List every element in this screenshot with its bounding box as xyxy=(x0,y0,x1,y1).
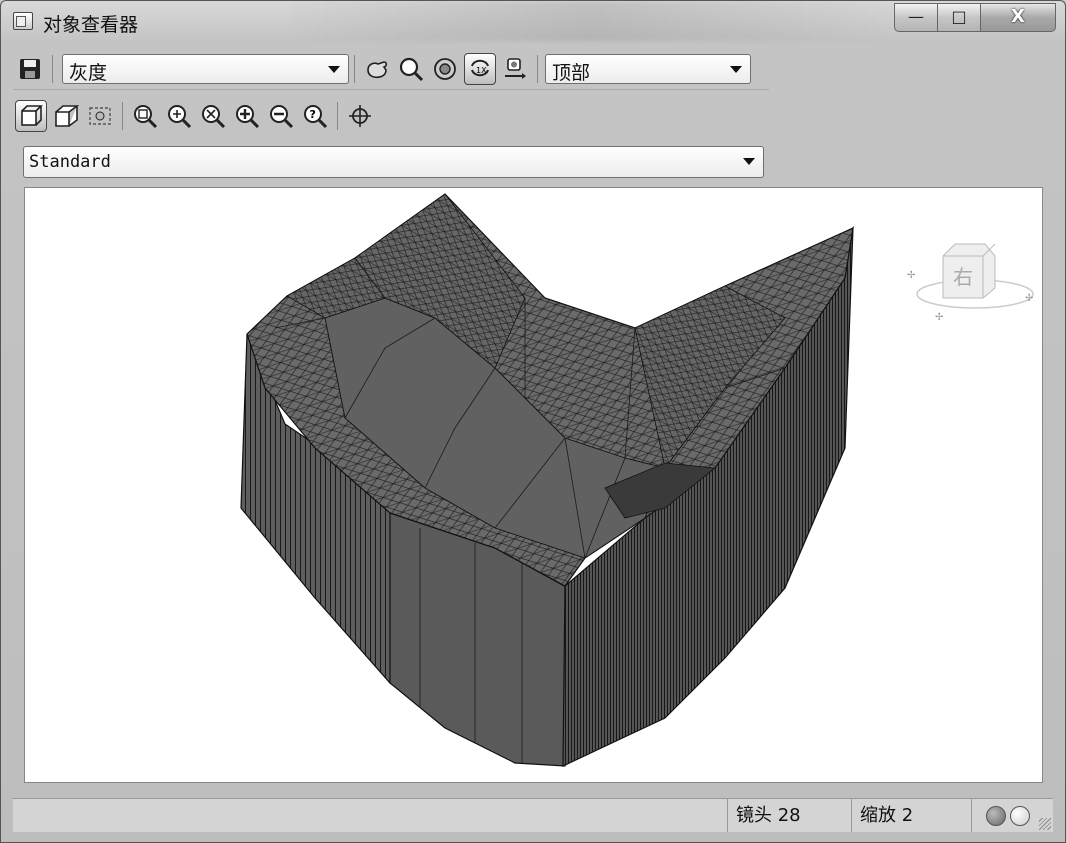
light-off-icon[interactable] xyxy=(1010,806,1030,826)
svg-text:✢: ✢ xyxy=(907,270,915,281)
window-title: 对象查看器 xyxy=(43,14,139,36)
zoom-camera-button[interactable] xyxy=(85,101,115,131)
crosshair-icon xyxy=(349,105,371,127)
status-lens: 镜头 28 xyxy=(727,799,851,832)
zoom-extents-icon xyxy=(202,105,226,129)
toolbar-separator xyxy=(122,102,123,130)
chevron-down-icon xyxy=(743,158,755,165)
visual-preset-select[interactable]: Standard xyxy=(23,146,764,178)
view-cube[interactable]: 右 ✢ ✢ ✢ xyxy=(905,226,1043,326)
zoom-center-icon xyxy=(168,105,192,129)
toolbar-top: 灰度 1X 顶部 xyxy=(13,49,769,90)
terrain-mesh-model[interactable] xyxy=(25,188,1043,783)
camera-button[interactable] xyxy=(500,54,530,84)
parallel-projection-button[interactable] xyxy=(15,100,47,132)
status-bar: 镜头 28 缩放 2 xyxy=(13,798,1053,832)
save-button[interactable] xyxy=(15,54,45,84)
orbit-icon xyxy=(434,58,456,80)
pan-button[interactable] xyxy=(362,54,392,84)
zoom-realtime-button[interactable] xyxy=(396,54,426,84)
svg-text:✢: ✢ xyxy=(1025,293,1033,304)
zoom-extents-button[interactable] xyxy=(198,101,228,131)
chevron-down-icon xyxy=(730,66,742,73)
visual-style-value: 灰度 xyxy=(69,62,108,84)
object-viewer-window: 对象查看器 — □ X 灰度 1X 顶部 ? Standard 右 ✢ ✢ ✢ … xyxy=(0,0,1066,843)
camera-icon xyxy=(505,58,526,79)
cube-perspective-icon xyxy=(55,105,79,127)
zoom-all-button[interactable]: ? xyxy=(300,101,330,131)
zoom-in-icon xyxy=(236,105,260,129)
zoom-window-button[interactable] xyxy=(130,101,160,131)
visual-preset-value: Standard xyxy=(29,152,111,172)
continuous-orbit-button[interactable]: 1X xyxy=(464,53,496,85)
toolbar-view: ? xyxy=(13,96,403,136)
status-zoom: 缩放 2 xyxy=(851,799,971,832)
visual-style-select[interactable]: 灰度 xyxy=(62,54,349,84)
svg-text:✢: ✢ xyxy=(935,312,943,323)
zoom-question-icon: ? xyxy=(304,105,328,129)
minimize-button[interactable]: — xyxy=(894,3,938,32)
zoom-center-button[interactable] xyxy=(164,101,194,131)
zoom-in-button[interactable] xyxy=(232,101,262,131)
resize-grip-icon[interactable] xyxy=(1039,818,1051,830)
cube-parallel-icon xyxy=(21,105,43,126)
view-direction-value: 顶部 xyxy=(552,62,591,84)
toolbar-separator xyxy=(337,102,338,130)
save-icon xyxy=(20,59,40,79)
orbit-button[interactable] xyxy=(430,54,460,84)
background-window-blur xyxy=(291,1,891,41)
zoom-out-button[interactable] xyxy=(266,101,296,131)
model-viewport[interactable]: 右 ✢ ✢ ✢ xyxy=(24,187,1043,783)
view-direction-select[interactable]: 顶部 xyxy=(545,54,751,84)
perspective-projection-button[interactable] xyxy=(51,101,81,131)
rotate-1x-icon: 1X xyxy=(471,59,489,77)
app-window-icon xyxy=(13,12,33,30)
light-on-icon[interactable] xyxy=(986,806,1006,826)
view-cube-face-label: 右 xyxy=(953,265,973,289)
toolbar-separator xyxy=(52,55,53,83)
svg-text:1X: 1X xyxy=(476,66,487,75)
zoom-window-icon xyxy=(134,105,158,129)
pan-hand-icon xyxy=(367,61,388,79)
svg-text:?: ? xyxy=(310,108,316,121)
magnifier-icon xyxy=(399,57,424,82)
maximize-button[interactable]: □ xyxy=(937,3,981,32)
chevron-down-icon xyxy=(328,66,340,73)
toolbar-separator xyxy=(537,55,538,83)
zoom-out-icon xyxy=(270,105,294,129)
close-button[interactable]: X xyxy=(980,3,1056,32)
toolbar-separator xyxy=(354,55,355,83)
title-bar[interactable]: 对象查看器 — □ X xyxy=(1,1,1065,41)
camera-frame-icon xyxy=(89,107,111,125)
target-button[interactable] xyxy=(345,101,375,131)
